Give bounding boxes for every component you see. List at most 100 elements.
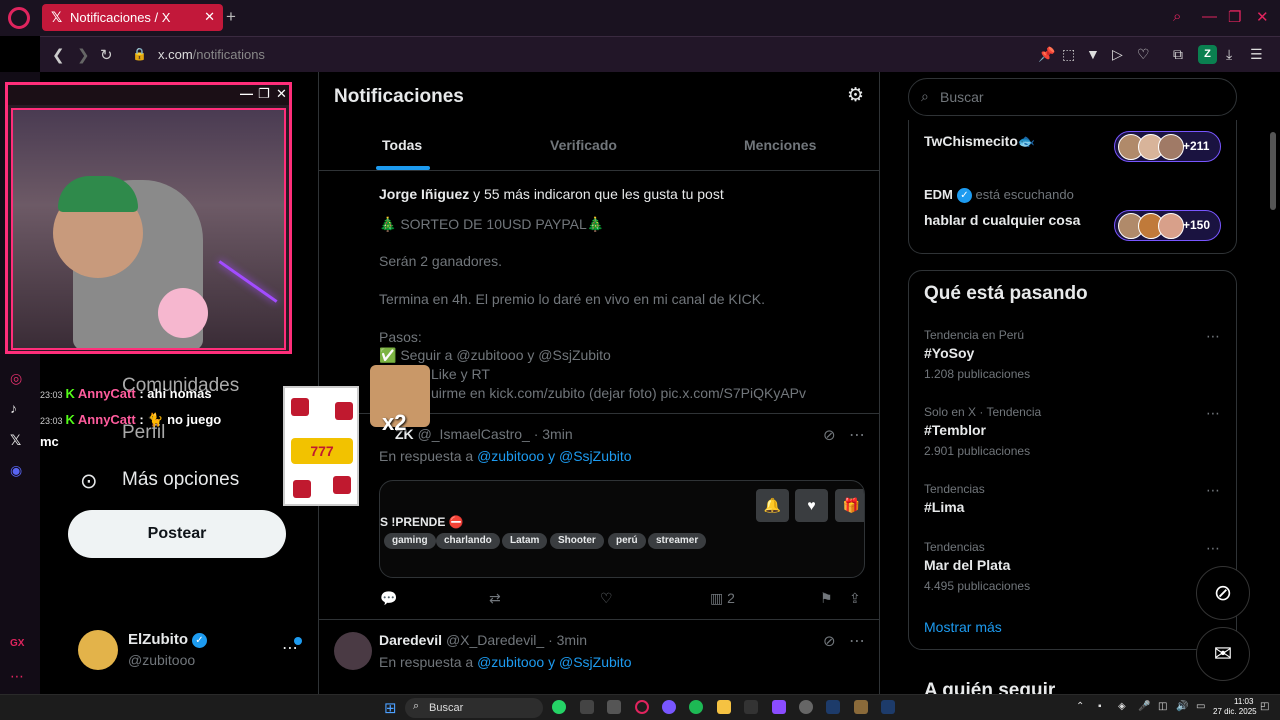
file-explorer-icon[interactable] (717, 700, 731, 714)
url-field[interactable]: x.com/notifications (158, 47, 265, 62)
maximize-icon[interactable]: ❐ (1228, 8, 1241, 26)
app-icon[interactable] (799, 700, 813, 714)
battery-icon[interactable]: ▭ (1196, 701, 1205, 712)
trend-name[interactable]: #YoSoy (924, 345, 974, 361)
forward-icon[interactable]: ❯ (77, 46, 90, 64)
tray-chevron-icon[interactable]: ⌃ (1076, 701, 1084, 712)
close-icon[interactable]: ✕ (276, 86, 287, 102)
bell-icon[interactable]: 🔔 (756, 489, 789, 522)
account-avatar[interactable] (78, 630, 118, 670)
snapshot-icon[interactable]: ⬚ (1062, 46, 1075, 63)
tiktok-icon[interactable]: ♪ (10, 400, 17, 416)
sidebar-more-icon[interactable]: ⋯ (10, 668, 24, 685)
instagram-icon[interactable]: ◎ (10, 370, 22, 387)
show-more-link[interactable]: Mostrar más (924, 619, 1002, 635)
reply-author[interactable]: Daredevil @X_Daredevil_ · 3min (379, 632, 587, 648)
heart-icon[interactable]: ♡ (1137, 46, 1150, 63)
task-view-icon[interactable] (607, 700, 621, 714)
maximize-icon[interactable]: ❐ (258, 86, 270, 102)
grok-icon[interactable]: ⊘ (823, 632, 836, 650)
spotify-icon[interactable] (689, 700, 703, 714)
menu-icon[interactable]: ☰ (1250, 46, 1263, 63)
messages-fab-icon[interactable]: ✉ (1196, 627, 1250, 681)
lock-icon[interactable]: 🔒 (132, 47, 147, 61)
mic-icon[interactable]: 🎤 (1138, 701, 1150, 712)
opera-gx-taskbar-icon[interactable] (635, 700, 649, 714)
trend-name[interactable]: #Lima (924, 499, 964, 515)
search-icon[interactable]: ⌕ (1173, 8, 1181, 25)
extensions-icon[interactable]: ⧉ (1173, 46, 1183, 63)
widgets-icon[interactable] (580, 700, 594, 714)
clock-time[interactable]: 11:03 (1234, 697, 1253, 706)
profile-avatar[interactable]: Z (1198, 45, 1217, 64)
flow-icon[interactable]: ▷ (1112, 46, 1123, 63)
back-icon[interactable]: ❮ (52, 46, 65, 64)
space-title[interactable]: hablar d cualquier cosa (924, 212, 1080, 228)
tab-close-icon[interactable]: ✕ (204, 9, 215, 25)
minimize-icon[interactable]: — (1202, 8, 1217, 25)
reply-icon[interactable]: 💬 (380, 590, 397, 607)
more-icon[interactable]: ⋯ (849, 425, 865, 445)
minimize-icon[interactable]: — (240, 86, 253, 101)
tab-mentions[interactable]: Menciones (744, 137, 816, 153)
app-icon[interactable] (826, 700, 840, 714)
app-icon[interactable] (881, 700, 895, 714)
space-listeners-pill[interactable]: +150 (1114, 210, 1221, 241)
windows-start-icon[interactable]: ⊞ (384, 699, 397, 717)
trend-more-icon[interactable]: ⋯ (1206, 405, 1220, 422)
settings-gear-icon[interactable]: ⚙ (847, 84, 864, 107)
app-icon[interactable] (744, 700, 758, 714)
space-listeners-pill[interactable]: +211 (1114, 131, 1221, 162)
share-icon[interactable]: ⇪ (849, 590, 861, 607)
new-tab-icon[interactable]: + (226, 7, 236, 27)
tag-pill: Latam (502, 533, 548, 549)
stream-card[interactable]: S !PRENDE ⛔ gaming charlando Latam Shoot… (379, 480, 865, 578)
trend-more-icon[interactable]: ⋯ (1206, 540, 1220, 557)
discord-icon[interactable]: ◉ (10, 462, 22, 479)
trend-more-icon[interactable]: ⋯ (1206, 328, 1220, 345)
notification-center-icon[interactable]: ◰ (1260, 701, 1269, 712)
tab-verified[interactable]: Verificado (550, 137, 617, 153)
clock-date[interactable]: 27 dic. 2025 (1213, 707, 1257, 716)
browser-tab-active[interactable]: 𝕏 Notificaciones / X ✕ (42, 4, 223, 31)
reload-icon[interactable]: ↻ (100, 46, 113, 64)
account-name[interactable]: ElZubito ✓ (128, 631, 207, 648)
gx-corner-icon[interactable]: GX (10, 638, 24, 649)
grok-icon[interactable]: ⊘ (823, 426, 836, 444)
messenger-icon[interactable] (662, 700, 676, 714)
post-button[interactable]: Postear (68, 510, 286, 558)
pocket-icon[interactable]: ▼ (1086, 46, 1100, 62)
x-sidebar-icon[interactable]: 𝕏 (10, 432, 21, 449)
taskbar-search[interactable]: ⌕ Buscar (405, 698, 543, 718)
pin-icon[interactable]: 📌 (1038, 46, 1055, 63)
tray-app-icon[interactable]: ◈ (1118, 701, 1126, 712)
opera-gx-logo-icon[interactable] (8, 7, 30, 29)
bookmark-icon[interactable]: ⚑ (820, 590, 833, 607)
space-title[interactable]: TwChismecito🐟 (924, 133, 1035, 150)
download-icon[interactable]: ⤓ (1226, 46, 1232, 63)
trend-name[interactable]: #Temblor (924, 422, 986, 438)
scrollbar[interactable] (1270, 132, 1276, 210)
app-icon[interactable] (772, 700, 786, 714)
whatsapp-icon[interactable] (552, 700, 566, 714)
repost-icon[interactable]: ⇄ (489, 590, 501, 607)
trend-more-icon[interactable]: ⋯ (1206, 482, 1220, 499)
reply-avatar[interactable] (334, 632, 372, 670)
reply-author[interactable]: ZK @_IsmaelCastro_ · 3min (395, 426, 573, 442)
more-icon[interactable]: ⋯ (849, 631, 865, 651)
search-input[interactable]: ⌕ Buscar (908, 78, 1237, 116)
network-icon[interactable]: ◫ (1158, 701, 1167, 712)
webcam-overlay: — ❐ ✕ (5, 82, 292, 354)
views-button[interactable]: ▥ 2 (710, 590, 735, 607)
gift-icon[interactable]: 🎁 (835, 489, 864, 522)
tab-all[interactable]: Todas (382, 137, 422, 153)
heart-icon[interactable]: ♥ (795, 489, 828, 522)
volume-icon[interactable]: 🔊 (1176, 701, 1188, 712)
grok-fab-icon[interactable]: ⊘ (1196, 566, 1250, 620)
app-icon[interactable] (854, 700, 868, 714)
trend-name[interactable]: Mar del Plata (924, 557, 1010, 573)
close-window-icon[interactable]: ✕ (1256, 8, 1269, 26)
tray-app-icon[interactable]: ▪ (1098, 701, 1102, 712)
like-icon[interactable]: ♡ (600, 590, 613, 607)
like-notification[interactable]: Jorge Iñiguez y 55 más indicaron que les… (379, 186, 724, 202)
